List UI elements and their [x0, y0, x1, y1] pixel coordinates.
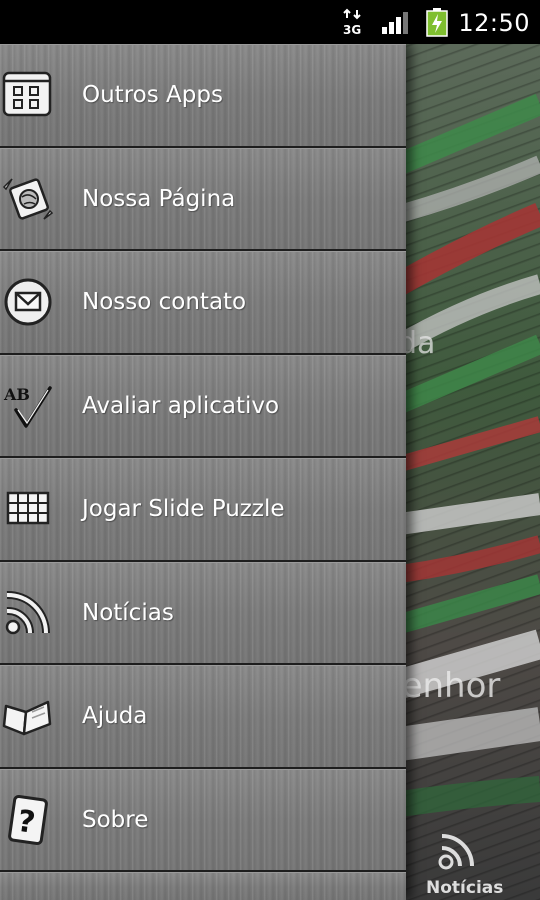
envelope-icon — [4, 278, 52, 326]
bottom-tab-label: Notícias — [426, 878, 504, 898]
rss-icon — [5, 590, 50, 634]
rss-icon — [438, 834, 474, 870]
svg-text:AB: AB — [3, 385, 30, 404]
menu-item-label: Outros Apps — [82, 82, 223, 109]
check-rating-icon: AB — [3, 385, 52, 428]
apps-grid-icon — [2, 71, 52, 117]
menu-item-label: Jogar Slide Puzzle — [82, 496, 285, 523]
menu-item-avaliar-aplicativo[interactable]: AB Avaliar aplicativo — [0, 354, 406, 458]
status-clock: 12:50 — [458, 9, 530, 37]
menu-item-ajuda[interactable]: Ajuda — [0, 665, 406, 769]
bottom-tab-noticias[interactable]: Notícias — [406, 820, 540, 900]
book-icon — [2, 700, 52, 736]
battery-charging-icon — [426, 8, 448, 37]
menu-item-sobre[interactable]: ? Sobre — [0, 768, 406, 872]
status-bar: 3G 12:50 — [0, 0, 540, 44]
navigation-drawer: Outros Apps Nossa Página Nosso contato A… — [0, 44, 406, 900]
menu-item-label: Sobre — [82, 806, 149, 833]
menu-item-label: Nosso contato — [82, 289, 247, 316]
menu-item-partial — [0, 872, 406, 900]
menu-item-nosso-contato[interactable]: Nosso contato — [0, 251, 406, 355]
menu-item-outros-apps[interactable]: Outros Apps — [0, 44, 406, 148]
menu-item-label: Ajuda — [82, 703, 148, 730]
menu-item-nossa-pagina[interactable]: Nossa Página — [0, 147, 406, 251]
menu-item-label: Nossa Página — [82, 185, 236, 212]
signal-strength-icon — [382, 12, 408, 34]
menu-item-jogar-slide-puzzle[interactable]: Jogar Slide Puzzle — [0, 458, 406, 562]
network-3g-icon: 3G — [343, 8, 361, 36]
menu-item-label: Notícias — [82, 599, 174, 626]
globe-page-icon — [2, 177, 54, 220]
question-card-icon: ? — [8, 794, 48, 845]
menu-item-noticias[interactable]: Notícias — [0, 561, 406, 665]
menu-item-label: Avaliar aplicativo — [82, 392, 280, 419]
puzzle-grid-icon — [6, 491, 50, 525]
network-type-label: 3G — [343, 23, 361, 36]
